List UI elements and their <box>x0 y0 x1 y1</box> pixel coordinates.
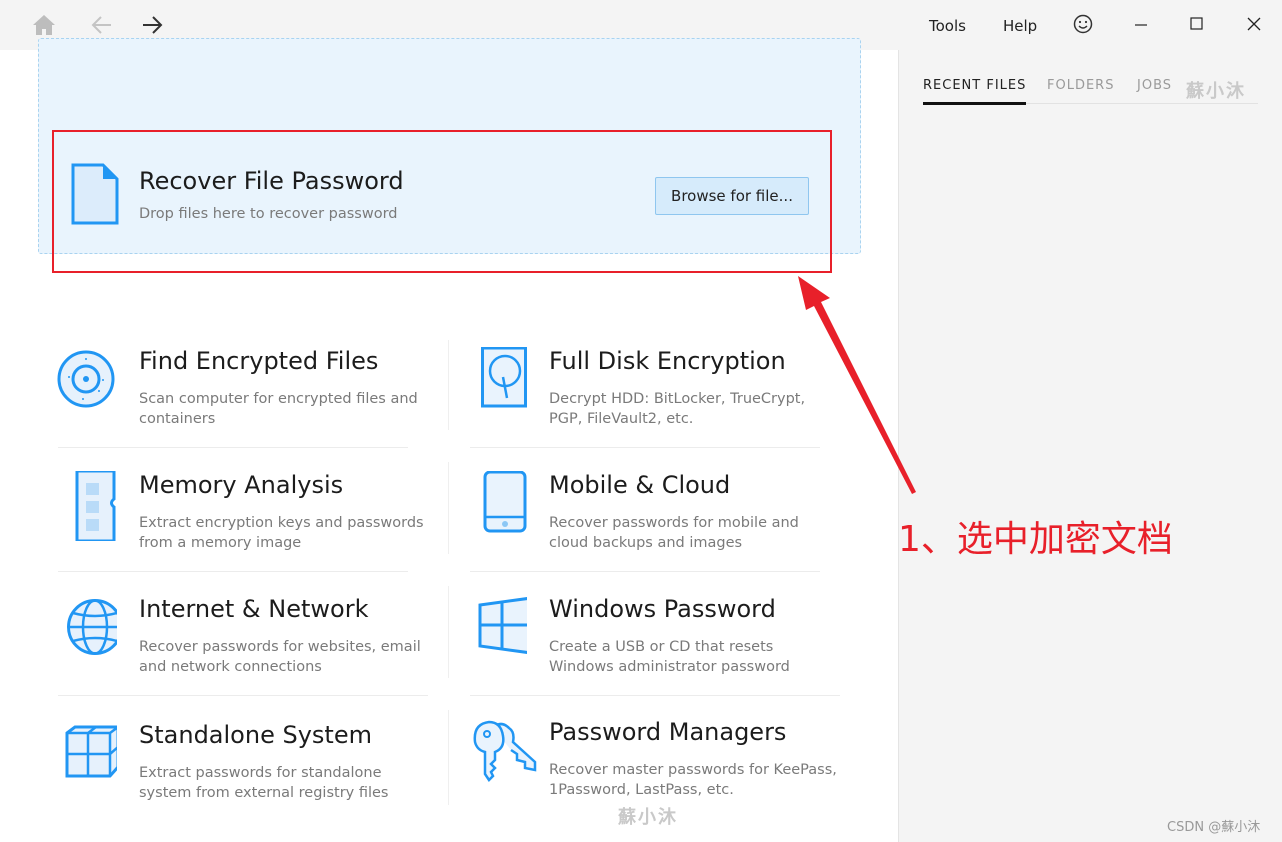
tile-description: Scan computer for encrypted files and co… <box>139 391 418 427</box>
back-button[interactable] <box>89 12 115 38</box>
close-button[interactable] <box>1240 10 1268 38</box>
tile-title: Memory Analysis <box>139 471 344 499</box>
tile-title: Mobile & Cloud <box>549 471 731 499</box>
tile-description: Recover passwords for mobile and cloud b… <box>549 515 799 551</box>
divider <box>448 340 449 430</box>
menu-help[interactable]: Help <box>1003 17 1037 35</box>
arrow-right-icon <box>143 16 163 34</box>
mobile-device-icon <box>467 470 527 535</box>
home-icon <box>33 15 55 35</box>
keys-icon <box>467 718 537 782</box>
maximize-icon <box>1190 17 1203 30</box>
menu-tools[interactable]: Tools <box>929 17 966 35</box>
close-icon <box>1247 17 1261 31</box>
annotation-text: 1、选中加密文档 <box>898 519 1173 560</box>
tile-description: Create a USB or CD that resets Windows a… <box>549 639 790 675</box>
arrow-left-icon <box>91 16 111 34</box>
windows-logo-icon <box>467 595 533 659</box>
tile-memory-analysis[interactable]: Memory Analysis Extract encryption keys … <box>57 469 427 581</box>
divider <box>448 586 449 678</box>
divider <box>448 710 449 805</box>
tile-title: Windows Password <box>549 595 776 623</box>
tile-description: Recover passwords for websites, email an… <box>139 639 421 675</box>
tile-title: Internet & Network <box>139 595 369 623</box>
watermark: 蘇小沐 <box>1186 81 1246 102</box>
tile-full-disk-encryption[interactable]: Full Disk Encryption Decrypt HDD: BitLoc… <box>467 346 837 457</box>
tab-folders[interactable]: FOLDERS <box>1047 78 1114 93</box>
tile-title: Find Encrypted Files <box>139 347 379 375</box>
minimize-button[interactable] <box>1127 10 1155 38</box>
tile-description: Recover master passwords for KeePass, 1P… <box>549 762 837 798</box>
tab-jobs[interactable]: JOBS <box>1137 78 1172 93</box>
cubes-icon <box>57 721 120 785</box>
tile-title: Password Managers <box>549 718 787 746</box>
forward-button[interactable] <box>139 12 165 38</box>
memory-module-icon <box>57 469 117 543</box>
tile-title: Full Disk Encryption <box>549 347 786 375</box>
minimize-icon <box>1135 24 1147 26</box>
annotation-highlight-box <box>52 130 832 273</box>
tile-windows-password[interactable]: Windows Password Create a USB or CD that… <box>467 595 837 705</box>
smiley-icon <box>1073 14 1093 34</box>
hard-disk-icon <box>467 346 527 411</box>
tile-description: Extract encryption keys and passwords fr… <box>139 515 424 551</box>
tile-internet-network[interactable]: Internet & Network Recover passwords for… <box>57 595 427 705</box>
watermark: 蘇小沐 <box>618 807 678 828</box>
tab-recent-files[interactable]: RECENT FILES <box>923 78 1027 105</box>
side-panel <box>898 50 1282 842</box>
tile-mobile-cloud[interactable]: Mobile & Cloud Recover passwords for mob… <box>467 470 837 581</box>
feedback-button[interactable] <box>1069 10 1097 38</box>
csdn-watermark: CSDN @蘇小沐 <box>1167 820 1261 835</box>
maximize-button[interactable] <box>1183 10 1211 38</box>
home-button[interactable] <box>31 12 57 38</box>
tile-description: Extract passwords for standalone system … <box>139 765 389 801</box>
disc-scan-icon <box>57 347 117 411</box>
divider <box>448 462 449 554</box>
tile-standalone-system[interactable]: Standalone System Extract passwords for … <box>57 721 427 831</box>
tile-title: Standalone System <box>139 721 372 749</box>
annotation-arrow <box>798 276 916 494</box>
globe-icon <box>57 595 123 659</box>
tile-find-encrypted-files[interactable]: Find Encrypted Files Scan computer for e… <box>57 347 427 457</box>
